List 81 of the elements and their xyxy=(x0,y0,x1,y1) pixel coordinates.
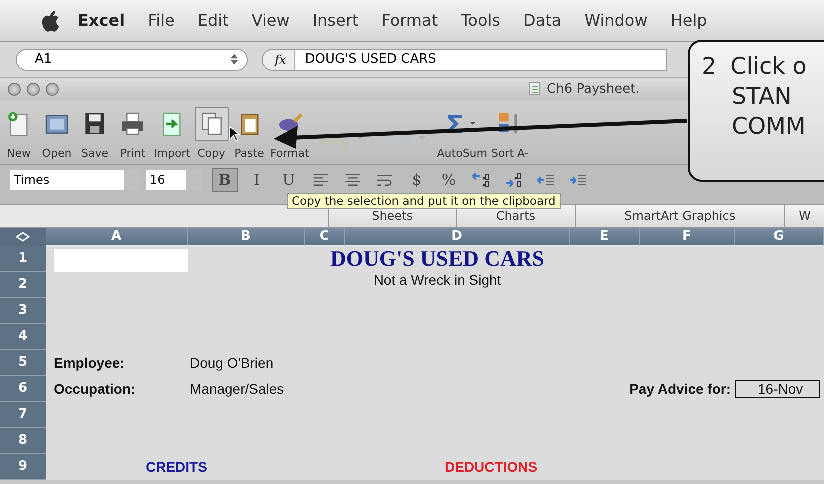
menu-item[interactable]: View xyxy=(252,11,290,30)
column-header[interactable]: E xyxy=(570,228,640,246)
menu-item[interactable]: Help xyxy=(670,11,708,30)
row-header[interactable]: 8 xyxy=(0,428,46,454)
column-header[interactable]: D xyxy=(345,228,570,246)
menu-item[interactable]: Format xyxy=(382,11,438,30)
cell-text: Occupation: xyxy=(54,381,136,397)
toolbar-button[interactable]: Print xyxy=(114,107,152,160)
function-button[interactable]: fx xyxy=(263,50,296,70)
callout-text: STAN xyxy=(731,84,793,110)
sigma-icon xyxy=(446,112,478,136)
menu-item[interactable]: Edit xyxy=(198,11,229,30)
toolbar-button[interactable]: New xyxy=(0,107,38,160)
toolbar-button[interactable]: Save xyxy=(76,107,114,160)
toolbar-button[interactable]: Open xyxy=(38,107,76,160)
apple-icon[interactable] xyxy=(40,10,60,32)
cell-text: Not a Wreck in Sight xyxy=(374,272,502,288)
column-header[interactable]: C xyxy=(305,228,345,246)
column-header[interactable]: A xyxy=(46,228,188,246)
menu-item[interactable]: Window xyxy=(584,11,648,30)
zoom-button[interactable] xyxy=(46,82,59,96)
formula-field[interactable]: fx DOUG'S USED CARS xyxy=(262,48,667,70)
column-header[interactable]: G xyxy=(735,228,824,246)
diamond-icon xyxy=(16,232,30,242)
cell-text: Manager/Sales xyxy=(190,381,284,397)
outdent-icon xyxy=(536,175,554,185)
font-size-field[interactable]: 16 xyxy=(146,170,202,190)
percent-button[interactable]: % xyxy=(436,168,462,192)
selected-cell[interactable] xyxy=(54,249,188,272)
menu-item[interactable]: Data xyxy=(524,11,562,30)
name-box[interactable]: A1 xyxy=(16,48,248,70)
italic-button[interactable]: I xyxy=(244,168,270,192)
align-center-icon xyxy=(345,174,361,186)
cell-text: CREDITS xyxy=(146,459,208,475)
minimize-button[interactable] xyxy=(27,82,40,96)
gallery-tab[interactable]: SmartArt Graphics xyxy=(575,205,784,227)
close-button[interactable] xyxy=(8,82,21,96)
increase-decimal-icon xyxy=(472,173,490,187)
toolbar-button[interactable]: AutoSum xyxy=(435,107,490,160)
callout-text: COMM xyxy=(731,114,807,140)
document-icon xyxy=(529,82,541,96)
underline-button[interactable]: U xyxy=(276,168,302,192)
mouse-cursor-icon xyxy=(229,126,240,142)
toolbar-button[interactable]: Sort A- xyxy=(490,107,531,160)
align-left-icon xyxy=(313,174,329,186)
cell-text: Pay Advice for: xyxy=(630,381,731,397)
select-all-button[interactable] xyxy=(0,228,46,246)
cell-text: DEDUCTIONS xyxy=(445,459,538,475)
column-header[interactable]: B xyxy=(188,228,305,246)
step-number: 2 xyxy=(702,54,717,80)
bold-button[interactable]: B xyxy=(212,168,238,192)
cell-text: 16-Nov xyxy=(735,380,820,398)
font-field[interactable]: Times xyxy=(10,170,140,190)
currency-button[interactable]: $ xyxy=(404,168,430,192)
row-header[interactable]: 7 xyxy=(0,402,46,428)
undo-icon xyxy=(320,131,364,155)
row-header[interactable]: 1 xyxy=(0,246,46,272)
tooltip: Copy the selection and put it on the clipboard xyxy=(287,193,561,209)
row-header[interactable]: 2 xyxy=(0,272,46,298)
menu-item[interactable]: Insert xyxy=(312,11,359,30)
menu-item[interactable]: File xyxy=(148,11,175,30)
row-header[interactable]: 4 xyxy=(0,324,46,350)
menu-item[interactable]: Excel xyxy=(78,11,126,30)
stepper-icon[interactable] xyxy=(230,53,239,66)
window-title: Ch6 Paysheet. xyxy=(547,82,640,96)
indent-icon xyxy=(568,175,586,185)
callout-text: Click o xyxy=(730,54,807,80)
row-header[interactable]: 5 xyxy=(0,350,46,376)
row-header[interactable]: 9 xyxy=(0,454,46,480)
cell-text: Doug O'Brien xyxy=(190,355,274,371)
toolbar-button[interactable]: Import xyxy=(152,107,193,160)
row-header[interactable]: 3 xyxy=(0,298,46,324)
cell-text: Employee: xyxy=(54,355,125,371)
column-header[interactable]: F xyxy=(640,228,735,246)
decrease-decimal-icon xyxy=(504,173,522,187)
wrap-text-icon xyxy=(377,174,393,186)
toolbar-button[interactable]: Format xyxy=(268,107,312,160)
menu-item[interactable]: Tools xyxy=(461,11,501,30)
cell-text: DOUG'S USED CARS xyxy=(330,246,544,272)
gallery-tab[interactable]: W xyxy=(784,205,824,227)
row-header[interactable]: 6 xyxy=(0,376,46,402)
